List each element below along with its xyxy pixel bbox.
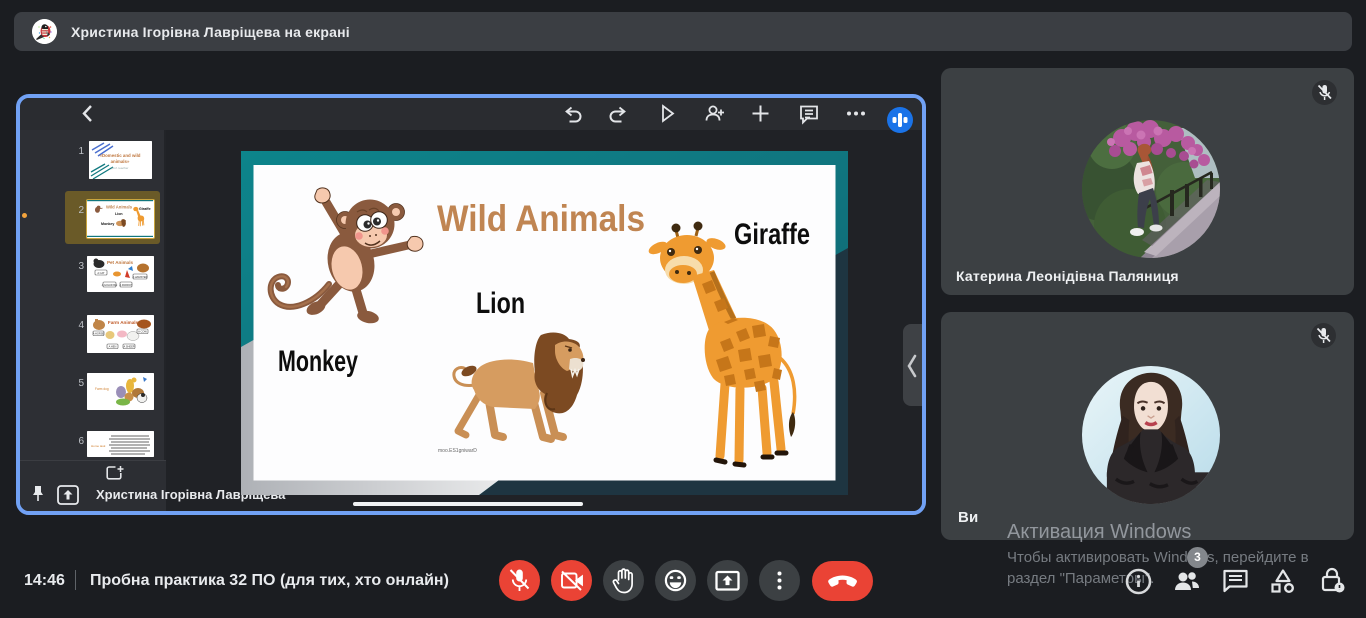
- svg-text:Pet Animals: Pet Animals: [107, 260, 134, 265]
- svg-text:Giraffe: Giraffe: [139, 207, 151, 211]
- svg-text:A HORSE: A HORSE: [93, 331, 105, 335]
- svg-text:A HEN: A HEN: [109, 344, 117, 348]
- svg-text:prof. teacher: prof. teacher: [112, 166, 129, 170]
- svg-text:Lion: Lion: [115, 212, 123, 216]
- svg-text:A GOLDFISH: A GOLDFISH: [102, 283, 118, 287]
- svg-text:«Domestic and wild: «Domestic and wild: [100, 153, 141, 158]
- svg-text:Farm Animals: Farm Animals: [108, 320, 139, 325]
- svg-text:animals»: animals»: [111, 159, 130, 164]
- svg-text:A COW: A COW: [138, 329, 147, 333]
- svg-text:Home task: Home task: [91, 444, 106, 448]
- svg-text:Monkey: Monkey: [101, 222, 114, 226]
- svg-text:Farm dog: Farm dog: [95, 387, 109, 391]
- svg-text:A CAT: A CAT: [97, 271, 105, 275]
- svg-text:A HAMSTER: A HAMSTER: [133, 275, 148, 279]
- svg-text:A PARROT: A PARROT: [120, 283, 133, 287]
- svg-text:Wild Animals: Wild Animals: [106, 205, 133, 210]
- svg-text:A SHEEP: A SHEEP: [123, 344, 134, 348]
